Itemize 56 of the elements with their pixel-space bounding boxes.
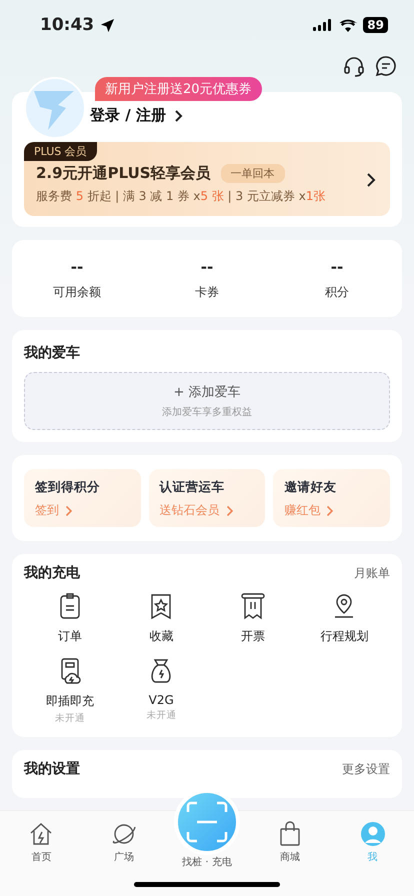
headset-icon[interactable] [342,54,366,78]
add-car-button[interactable]: + 添加爱车 添加爱车享多重权益 [24,372,390,430]
chevron-right-icon [226,504,234,516]
stat-value: -- [70,258,84,276]
feature-label[interactable]: V2G [148,693,174,707]
battery-level: 89 [363,17,388,33]
monthly-bill-link[interactable]: 月账单 [354,564,390,582]
chevron-right-icon [366,172,376,188]
section-title: 我的爱车 [24,344,80,362]
promo-card[interactable]: 签到得积分 签到 [24,469,141,527]
tab-label[interactable]: 找桩 · 充电 [182,855,232,869]
chevron-right-icon [174,108,184,122]
promo-title: 认证营运车 [160,479,226,496]
feature-label[interactable]: 即插即充 [46,693,94,710]
tab-item[interactable]: 商城 [248,821,332,864]
location-arrow-icon [100,18,116,32]
plus-banner[interactable]: PLUS 会员 2.9元开通PLUS轻享会员 一单回本 服务费 5 折起 | 满 3 减 1 券 x5 张 | 3 元立减券 x1张 [24,142,390,216]
feature-label[interactable]: 行程规划 [320,628,368,645]
section-title: 我的充电 [24,564,80,582]
add-car-hint: 添加爱车享多重权益 [162,406,252,419]
tab-item[interactable]: 广场 [82,821,166,864]
login-link[interactable]: 登录 / 注册 [90,104,184,127]
promo-card[interactable]: 认证营运车 送钻石会员 [148,469,266,527]
plus-title: 2.9元开通PLUS轻享会员 [36,164,211,183]
feature-label[interactable]: 收藏 [149,628,174,645]
tab-item[interactable]: 首页 [0,821,83,864]
section-title: 我的设置 [24,760,80,778]
promo-action: 送钻石会员 [160,502,220,519]
feature-label[interactable]: 订单 [58,628,82,645]
promo-title: 邀请好友 [284,479,338,496]
message-icon[interactable] [374,54,398,78]
stat-value: -- [330,258,344,276]
stat-label[interactable]: 卡券 [195,284,219,301]
plus-tag: PLUS 会员 [24,142,97,161]
promo-action: 签到 [35,502,59,519]
stat-label[interactable]: 积分 [325,284,349,301]
feature-status: 未开通 [54,712,85,725]
user-icon [360,821,386,847]
add-car-label: + 添加爱车 [173,384,241,401]
promo-card[interactable]: 邀请好友 赚红包 [273,469,390,527]
promo-title: 签到得积分 [35,479,101,496]
plus-chip: 一单回本 [220,164,285,183]
more-settings-link[interactable]: 更多设置 [342,760,390,778]
chevron-right-icon [326,504,334,516]
status-time: 10:43 [40,15,94,35]
receipt-icon[interactable] [240,592,266,620]
promo-action: 赚红包 [284,502,320,519]
feature-label[interactable]: 开票 [240,628,265,645]
stat-label[interactable]: 可用余额 [53,284,101,301]
chevron-right-icon [65,504,73,516]
feature-status: 未开通 [146,709,176,722]
stat-value: -- [200,258,214,276]
plus-benefits: 服务费 5 折起 | 满 3 减 1 券 x5 张 | 3 元立减券 x1张 [36,188,327,205]
signal-icon [313,19,334,31]
wifi-icon [339,18,358,32]
promo-badge: 新用户注册送20元优惠券 [95,77,262,101]
